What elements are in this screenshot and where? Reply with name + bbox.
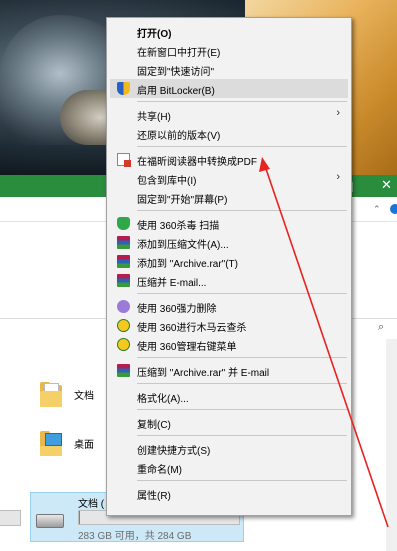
annotation-arrow — [259, 157, 389, 528]
